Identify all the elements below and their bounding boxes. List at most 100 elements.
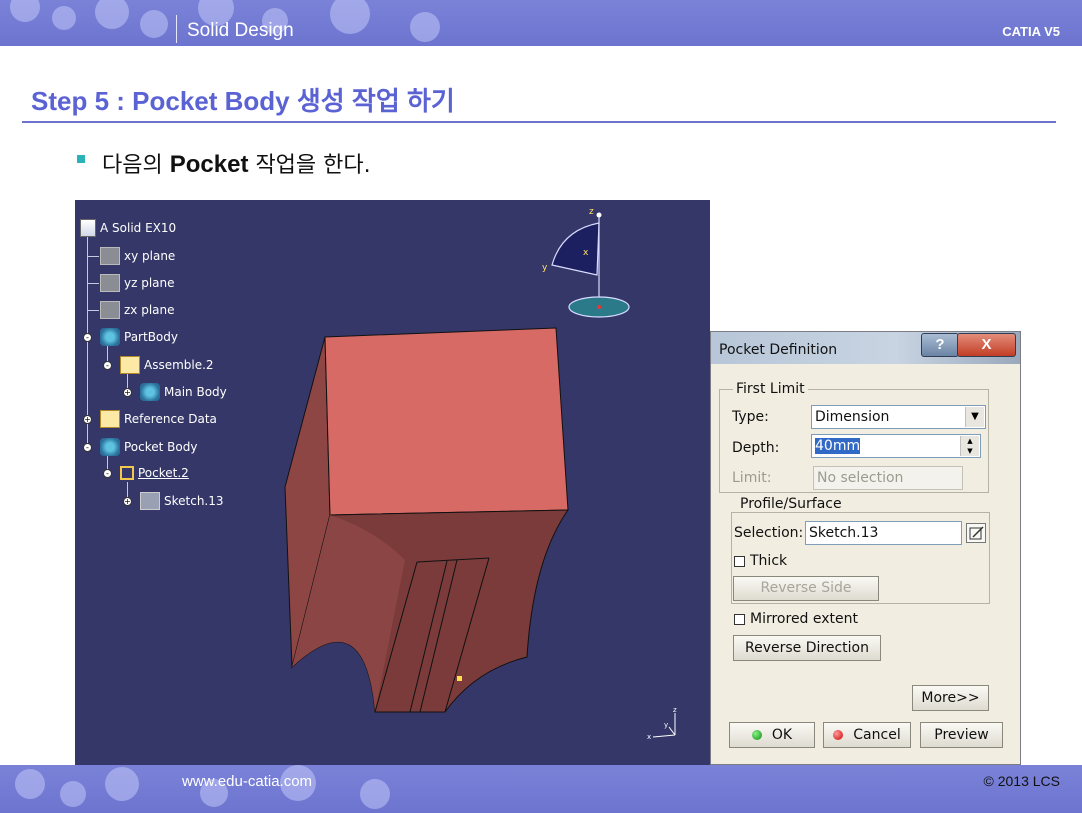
- mirrored-extent-label: Mirrored extent: [750, 611, 859, 627]
- dialog-title: Pocket Definition: [719, 342, 838, 358]
- reverse-side-button[interactable]: Reverse Side: [733, 576, 879, 601]
- tree-item-zx-plane[interactable]: zx plane: [100, 301, 175, 319]
- tree-item-pocket-body[interactable]: Pocket Body: [100, 438, 197, 456]
- dialog-titlebar[interactable]: Pocket Definition ? X: [711, 332, 1020, 364]
- first-limit-label: First Limit: [733, 381, 808, 397]
- expand-reference-icon[interactable]: +: [83, 415, 92, 424]
- part-document-icon: [80, 219, 96, 237]
- mini-axes-x-label: x: [647, 733, 651, 741]
- slide-footer: www.edu-catia.com © 2013 LCS: [0, 765, 1082, 813]
- tree-item-yz-plane[interactable]: yz plane: [100, 274, 175, 292]
- ok-button[interactable]: OK: [729, 722, 815, 748]
- mini-axes-y-label: y: [664, 721, 668, 729]
- limit-label: Limit:: [732, 470, 772, 486]
- assemble-icon: [120, 356, 140, 374]
- plane-icon: [100, 274, 120, 292]
- expand-mainbody-icon[interactable]: +: [123, 388, 132, 397]
- tree-item-label: Assemble.2: [144, 358, 214, 372]
- cancel-label: Cancel: [853, 727, 901, 743]
- selection-field[interactable]: Sketch.13: [805, 521, 962, 545]
- tree-item-label: yz plane: [124, 276, 175, 290]
- body-gear-icon: [140, 383, 160, 401]
- mini-axes-z-label: z: [673, 706, 677, 714]
- tree-line-h1: [87, 256, 99, 257]
- limit-field[interactable]: No selection: [813, 466, 963, 490]
- tree-item-label: Reference Data: [124, 412, 217, 426]
- more-button[interactable]: More>>: [912, 685, 989, 711]
- compass-x-label: x: [583, 248, 589, 258]
- body-gear-icon: [100, 328, 120, 346]
- tree-root[interactable]: A Solid EX10: [80, 219, 176, 237]
- collapse-pocketbody-icon[interactable]: -: [83, 443, 92, 452]
- tree-item-label: Pocket.2: [138, 466, 189, 480]
- sketch-icon: [140, 492, 160, 510]
- reference-data-icon: [100, 410, 120, 428]
- catia-viewport[interactable]: z y x z x y A Solid EX10 xy plane yz pla…: [75, 200, 710, 765]
- body-gear-icon: [100, 438, 120, 456]
- tree-item-label: xy plane: [124, 249, 176, 263]
- tree-item-assemble[interactable]: Assemble.2: [120, 356, 214, 374]
- tree-line-h3: [87, 310, 99, 311]
- cancel-red-icon: [833, 730, 844, 740]
- pocket-feature-icon: [120, 466, 134, 480]
- compass-y-label: y: [542, 263, 548, 273]
- close-button[interactable]: X: [957, 333, 1016, 357]
- spin-arrows-icon[interactable]: ▲ ▼: [960, 436, 979, 456]
- reverse-direction-button[interactable]: Reverse Direction: [733, 635, 881, 661]
- page-title: Step 5 : Pocket Body 생성 작업 하기: [31, 86, 455, 116]
- pocket-definition-dialog: Pocket Definition ? X First Limit Type: …: [710, 331, 1021, 765]
- tree-item-label: Pocket Body: [124, 440, 198, 454]
- selection-label: Selection:: [734, 525, 804, 541]
- tree-item-reference-data[interactable]: Reference Data: [100, 410, 217, 428]
- type-label: Type:: [732, 409, 769, 425]
- tree-item-label: Main Body: [164, 385, 227, 399]
- help-button[interactable]: ?: [921, 333, 959, 357]
- depth-field[interactable]: 40mm ▲ ▼: [811, 434, 981, 458]
- ok-label: OK: [771, 727, 793, 743]
- tree-item-main-body[interactable]: Main Body: [140, 383, 227, 401]
- sketch-point-marker: [457, 676, 462, 681]
- tree-item-partbody[interactable]: PartBody: [100, 328, 178, 346]
- solid-top-face: [324, 327, 569, 516]
- type-dropdown[interactable]: Dimension ▼: [811, 405, 986, 429]
- title-divider: [22, 121, 1056, 123]
- collapse-assemble-icon[interactable]: -: [103, 361, 112, 370]
- ok-green-icon: [751, 730, 762, 740]
- mini-axes-icon: z x y: [647, 706, 677, 741]
- bullet-bold: Pocket: [169, 151, 249, 178]
- header-title: Solid Design: [187, 20, 294, 41]
- profile-surface-label: Profile/Surface: [737, 496, 845, 512]
- bullet-prefix: 다음의: [102, 153, 163, 178]
- mirrored-extent-checkbox[interactable]: [734, 614, 745, 625]
- type-value: Dimension: [815, 409, 890, 425]
- bullet-text: 다음의 Pocket 작업을 한다.: [102, 147, 371, 179]
- chevron-down-icon[interactable]: ▼: [965, 407, 984, 427]
- header-divider: [176, 15, 177, 43]
- expand-sketch-icon[interactable]: +: [123, 497, 132, 506]
- tree-item-label: Sketch.13: [164, 494, 224, 508]
- tree-item-xy-plane[interactable]: xy plane: [100, 247, 175, 265]
- collapse-pocket-icon[interactable]: -: [103, 469, 112, 478]
- thick-checkbox[interactable]: [734, 556, 745, 567]
- slide-header: Solid Design CATIA V5: [0, 0, 1082, 46]
- depth-label: Depth:: [732, 440, 780, 456]
- header-brand: CATIA V5: [1002, 24, 1060, 39]
- thick-label: Thick: [750, 553, 788, 569]
- footer-copyright: © 2013 LCS: [983, 773, 1060, 789]
- bullet-suffix: 작업을 한다.: [255, 153, 371, 178]
- edit-sketch-icon[interactable]: [966, 523, 986, 543]
- tree-line-h2: [87, 283, 99, 284]
- plane-icon: [100, 247, 120, 265]
- depth-value: 40mm: [815, 438, 861, 454]
- plane-icon: [100, 301, 120, 319]
- footer-url[interactable]: www.edu-catia.com: [182, 773, 312, 790]
- tree-item-pocket-2[interactable]: Pocket.2: [120, 464, 189, 482]
- collapse-partbody-icon[interactable]: -: [83, 333, 92, 342]
- cancel-button[interactable]: Cancel: [823, 722, 911, 748]
- tree-item-sketch-13[interactable]: Sketch.13: [140, 492, 224, 510]
- compass-icon[interactable]: z y x: [537, 205, 647, 325]
- tree-item-label: PartBody: [124, 330, 178, 344]
- preview-button[interactable]: Preview: [920, 722, 1003, 748]
- bullet-icon: [77, 155, 85, 163]
- compass-z-label: z: [589, 207, 594, 217]
